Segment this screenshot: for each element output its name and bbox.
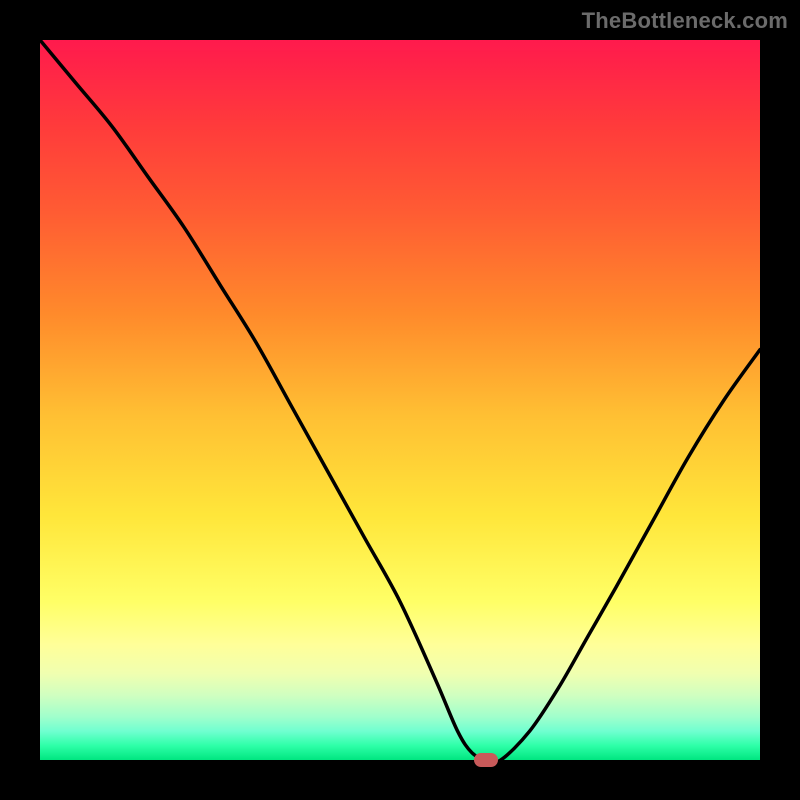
watermark-text: TheBottleneck.com [582,8,788,34]
optimal-marker [474,753,498,767]
plot-area [40,40,760,760]
chart-frame: TheBottleneck.com [0,0,800,800]
bottleneck-curve [40,40,760,760]
